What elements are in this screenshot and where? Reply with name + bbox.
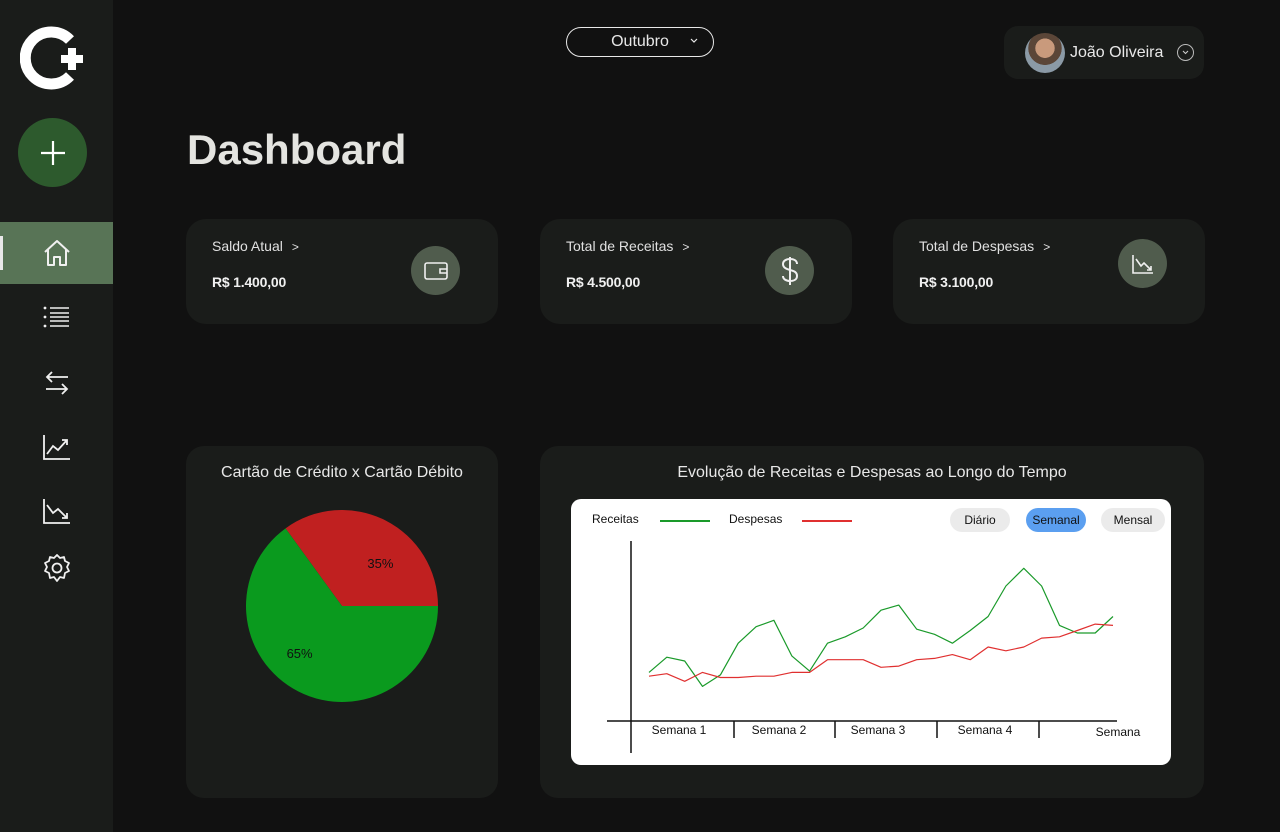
transfer-icon bbox=[45, 371, 68, 395]
chart-down-icon bbox=[42, 499, 70, 524]
dollar-icon bbox=[765, 246, 814, 295]
line-chart-title: Evolução de Receitas e Despesas ao Longo… bbox=[677, 464, 1067, 481]
add-transaction-button[interactable] bbox=[18, 118, 87, 187]
x-tick-label: Semana 2 bbox=[752, 723, 807, 737]
month-select[interactable]: Outubro bbox=[566, 27, 714, 57]
line-chart-panel: Evolução de Receitas e Despesas ao Longo… bbox=[540, 446, 1204, 798]
card-total-despesas[interactable]: Total de Despesas > R$ 3.100,00 bbox=[893, 219, 1205, 324]
pie-chart: 35% 65% bbox=[246, 510, 438, 702]
plus-icon bbox=[40, 140, 65, 165]
x-tick-label: Semana 4 bbox=[958, 723, 1013, 737]
card-label: Saldo Atual > bbox=[212, 238, 299, 254]
card-label-text: Total de Despesas bbox=[919, 238, 1035, 254]
sidebar-item-home[interactable] bbox=[0, 222, 113, 284]
x-axis-label: Semana bbox=[1096, 725, 1141, 739]
card-label: Total de Receitas > bbox=[566, 238, 689, 254]
sidebar-item-income[interactable] bbox=[0, 416, 113, 478]
card-value: R$ 4.500,00 bbox=[566, 274, 641, 290]
card-value: R$ 3.100,00 bbox=[919, 274, 994, 290]
sidebar bbox=[0, 0, 113, 832]
pie-slice-label: 65% bbox=[287, 646, 313, 661]
series-line-despesas bbox=[648, 623, 1114, 682]
trend-down-icon bbox=[1118, 239, 1167, 288]
wallet-icon bbox=[411, 246, 460, 295]
line-chart-box: Receitas Despesas Diário Semanal Mensal … bbox=[571, 499, 1171, 765]
page-title: Dashboard bbox=[187, 126, 407, 173]
app-logo[interactable] bbox=[20, 26, 92, 90]
sidebar-item-list[interactable] bbox=[0, 286, 113, 348]
x-tick-label: Semana 1 bbox=[652, 723, 707, 737]
avatar bbox=[1025, 32, 1065, 73]
card-label: Total de Despesas > bbox=[919, 238, 1050, 254]
x-tick-label: Semana 3 bbox=[851, 723, 906, 737]
chart-up-icon bbox=[42, 435, 70, 460]
chevron-right-icon: > bbox=[682, 240, 690, 254]
home-icon bbox=[43, 240, 70, 266]
card-total-receitas[interactable]: Total de Receitas > R$ 4.500,00 bbox=[540, 219, 852, 324]
settings-icon bbox=[43, 554, 70, 582]
pie-chart-title: Cartão de Crédito x Cartão Débito bbox=[221, 464, 463, 481]
pie-slice-label: 35% bbox=[367, 556, 393, 571]
card-label-text: Total de Receitas bbox=[566, 238, 674, 254]
chevron-down-icon bbox=[690, 38, 698, 43]
chevron-right-icon: > bbox=[1043, 240, 1051, 254]
sidebar-item-settings[interactable] bbox=[0, 537, 113, 599]
line-chart: Semana 1 Semana 2 Semana 3 Semana 4 Semana bbox=[607, 541, 1141, 753]
user-menu[interactable]: João Oliveira bbox=[1004, 26, 1204, 79]
pie-chart-panel: Cartão de Crédito x Cartão Débito 35% 65% bbox=[186, 446, 498, 798]
card-saldo-atual[interactable]: Saldo Atual > R$ 1.400,00 bbox=[186, 219, 498, 324]
list-icon bbox=[43, 306, 69, 328]
chevron-right-icon: > bbox=[291, 240, 299, 254]
user-name: João Oliveira bbox=[1070, 43, 1164, 61]
card-value: R$ 1.400,00 bbox=[212, 274, 287, 290]
card-label-text: Saldo Atual bbox=[212, 238, 283, 254]
chevron-down-icon bbox=[1177, 44, 1194, 61]
series-line-receitas bbox=[648, 567, 1114, 687]
month-select-value: Outubro bbox=[611, 33, 669, 50]
sidebar-item-expenses[interactable] bbox=[0, 480, 113, 542]
sidebar-item-transfers[interactable] bbox=[0, 352, 113, 414]
